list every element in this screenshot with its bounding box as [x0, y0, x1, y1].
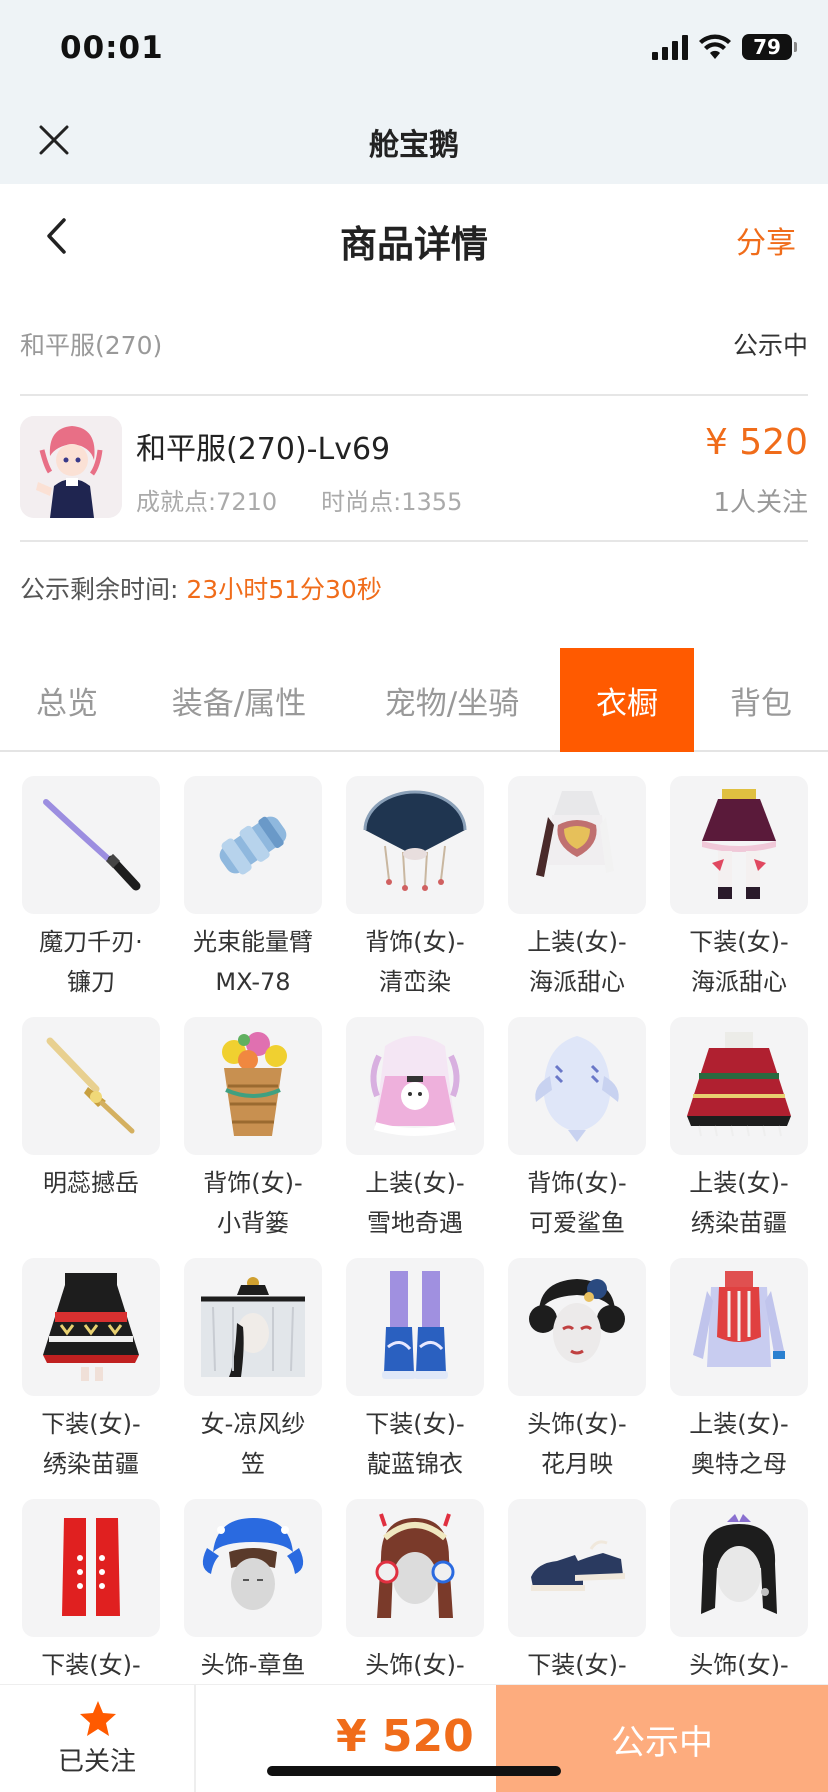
wardrobe-item[interactable]: 背饰(女)- 清峦染 [346, 776, 484, 1017]
item-name: 上装(女)- 绣染苗疆 [689, 1169, 789, 1237]
miniapp-title: 舱宝鹅 [369, 128, 459, 163]
wardrobe-item[interactable]: 上装(女)- 绣染苗疆 [670, 1017, 808, 1258]
product-price: ¥ 520 [704, 422, 808, 463]
poncho-icon [687, 1032, 791, 1137]
tab-backpack[interactable]: 背包 [694, 648, 828, 752]
countdown-label: 公示剩余时间: [20, 575, 179, 604]
item-name: 背饰(女)- 小背篓 [203, 1169, 303, 1237]
follower-count: 1人关注 [713, 488, 808, 518]
item-name: 魔刀千刃· 镰刀 [39, 928, 143, 996]
tiara-icon [701, 1514, 777, 1614]
wardrobe-grid: 魔刀千刃· 镰刀 光束能量臂 MX-78 背饰(女)- 清峦染 上装(女)- 海… [22, 776, 808, 1740]
item-name: 头饰(女)- [689, 1651, 789, 1679]
tab-wardrobe[interactable]: 衣橱 [560, 648, 694, 752]
wardrobe-item[interactable]: 上装(女)- 雪地奇遇 [346, 1017, 484, 1258]
shark-icon [535, 1036, 619, 1142]
countdown-value: 23小时51分30秒 [186, 575, 382, 604]
character-portrait-icon [20, 416, 122, 518]
top-icon [536, 791, 614, 877]
item-name: 下装(女)- [41, 1651, 141, 1679]
flower-basket-icon [222, 1032, 287, 1136]
share-button[interactable]: 分享 [736, 218, 796, 262]
golden-sword-icon [46, 1037, 135, 1134]
item-name: 下装(女)- 靛蓝锦衣 [365, 1410, 465, 1478]
item-name: 头饰(女)- 花月映 [527, 1410, 627, 1478]
headdress-icon [529, 1279, 625, 1363]
wardrobe-item[interactable]: 女-凉风纱 笠 [184, 1258, 322, 1499]
item-name: 光束能量臂 MX-78 [193, 928, 313, 996]
status-icons: 79 [652, 34, 797, 60]
home-indicator [267, 1766, 561, 1776]
tab-overview[interactable]: 总览 [0, 648, 134, 752]
embroidered-skirt-icon [43, 1273, 139, 1381]
item-name: 下装(女)- [527, 1651, 627, 1679]
wardrobe-item[interactable]: 下装(女)- 靛蓝锦衣 [346, 1258, 484, 1499]
wifi-icon [699, 34, 731, 59]
wardrobe-item[interactable]: 光束能量臂 MX-78 [184, 776, 322, 1017]
energy-arm-icon [219, 816, 287, 875]
follow-label: 已关注 [57, 1747, 136, 1777]
wardrobe-item[interactable]: 下装(女)- 海派甜心 [670, 776, 808, 1017]
server-name: 和平服(270) [20, 331, 163, 360]
countdown-row: 公示剩余时间: 23小时51分30秒 [20, 570, 382, 606]
star-icon [80, 1701, 116, 1736]
veil-hat-icon [201, 1277, 305, 1377]
avatar [20, 416, 122, 518]
wardrobe-item[interactable]: 头饰(女)- 花月映 [508, 1258, 646, 1499]
katana-icon [43, 799, 141, 891]
item-name: 头饰-章鱼 [200, 1651, 306, 1679]
tab-bar: 总览 装备/属性 宠物/坐骑 衣橱 背包 [0, 648, 828, 752]
item-name: 上装(女)- 海派甜心 [527, 928, 627, 996]
fashion-points: 时尚点:1355 [321, 488, 463, 516]
item-name: 上装(女)- 雪地奇遇 [365, 1169, 465, 1237]
signal-icon [652, 34, 688, 60]
wardrobe-item[interactable]: 魔刀千刃· 镰刀 [22, 776, 160, 1017]
tab-equipment[interactable]: 装备/属性 [134, 648, 344, 752]
listing-status: 公示中 [732, 331, 808, 360]
red-boots-icon [62, 1518, 120, 1616]
item-name: 背饰(女)- 可爱鲨鱼 [527, 1169, 627, 1237]
wardrobe-item[interactable]: 背饰(女)- 小背篓 [184, 1017, 322, 1258]
wardrobe-item[interactable]: 背饰(女)- 可爱鲨鱼 [508, 1017, 646, 1258]
item-name: 下装(女)- 海派甜心 [689, 928, 789, 996]
wardrobe-item[interactable]: 明蕊撼岳 [22, 1017, 160, 1258]
battery-icon: 79 [742, 34, 797, 60]
skirt-icon [702, 789, 776, 899]
item-name: 上装(女)- 奥特之母 [689, 1410, 789, 1478]
item-name: 背饰(女)- 清峦染 [365, 928, 465, 996]
nav-bar: 商品详情 分享 [0, 184, 828, 288]
follow-button[interactable]: 已关注 [0, 1685, 196, 1792]
page-title: 商品详情 [340, 223, 488, 266]
octopus-hat-icon [202, 1518, 304, 1610]
product-meta: 成就点:7210 时尚点:1355 [136, 482, 462, 517]
headphones-icon [375, 1513, 455, 1618]
wardrobe-item[interactable]: 上装(女)- 海派甜心 [508, 776, 646, 1017]
suit-icon [693, 1271, 785, 1367]
sneakers-icon [531, 1540, 625, 1591]
item-name: 头饰(女)- [365, 1651, 465, 1679]
item-name: 下装(女)- 绣染苗疆 [41, 1410, 141, 1478]
product-summary[interactable]: 和平服(270)-Lv69 成就点:7210 时尚点:1355 ¥ 520 1人… [20, 398, 808, 542]
achievement-points: 成就点:7210 [136, 488, 278, 516]
boots-icon [382, 1271, 448, 1379]
tab-pets[interactable]: 宠物/坐骑 [344, 648, 560, 752]
wardrobe-item[interactable]: 下装(女)- 绣染苗疆 [22, 1258, 160, 1499]
bottom-price: ¥ 520 [336, 1711, 474, 1762]
item-name: 女-凉风纱 笠 [200, 1410, 306, 1478]
status-time: 00:01 [60, 30, 164, 66]
item-name: 明蕊撼岳 [43, 1169, 139, 1197]
server-row: 和平服(270) 公示中 [20, 300, 808, 396]
product-title: 和平服(270)-Lv69 [136, 432, 391, 467]
wardrobe-item[interactable]: 上装(女)- 奥特之母 [670, 1258, 808, 1499]
status-bar: 00:01 79 [0, 0, 828, 96]
miniapp-bar: 舱宝鹅 [0, 96, 828, 184]
fan-back-icon [363, 790, 467, 891]
snow-dress-icon [370, 1036, 460, 1136]
